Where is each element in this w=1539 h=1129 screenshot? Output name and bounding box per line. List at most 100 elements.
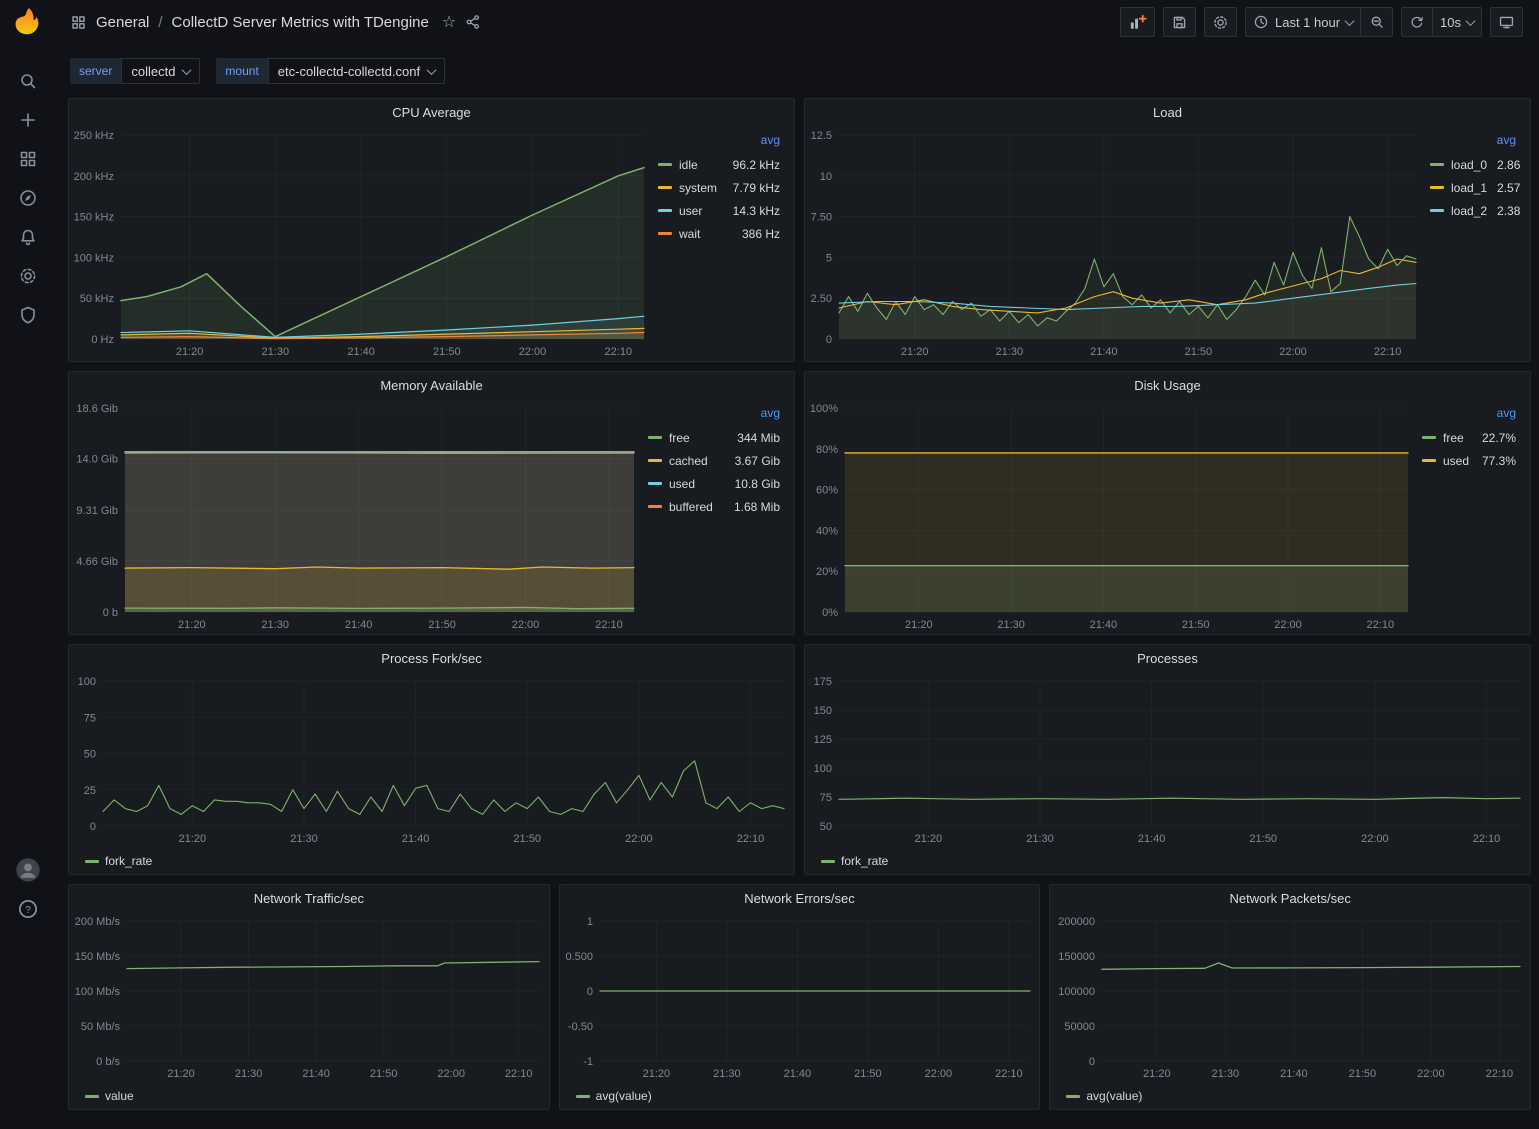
legend-item[interactable]: user14.3 kHz bbox=[658, 199, 780, 222]
series-avg-value: 10.8 Gib bbox=[725, 477, 780, 491]
panel-title[interactable]: Process Fork/sec bbox=[69, 645, 794, 671]
series-name: used bbox=[669, 477, 725, 491]
variable-mount-select[interactable]: etc-collectd-collectd.conf bbox=[268, 58, 445, 84]
svg-text:0: 0 bbox=[587, 986, 593, 998]
time-range-label: Last 1 hour bbox=[1275, 15, 1340, 30]
svg-text:-1: -1 bbox=[583, 1056, 593, 1068]
user-avatar[interactable] bbox=[10, 860, 46, 880]
dashboards-grid-icon[interactable] bbox=[10, 149, 46, 169]
load-chart: 02.5057.501012.521:2021:3021:4021:5022:0… bbox=[805, 125, 1426, 361]
series-name: used bbox=[1443, 454, 1472, 468]
legend-item[interactable]: used10.8 Gib bbox=[648, 472, 780, 495]
legend-item[interactable]: fork_rate bbox=[85, 854, 152, 868]
grafana-logo-icon[interactable] bbox=[13, 7, 43, 37]
svg-text:21:40: 21:40 bbox=[345, 619, 373, 631]
memory-available-chart: 0 b4.66 Gib9.31 Gib14.0 Gib18.6 Gib21:20… bbox=[69, 398, 644, 634]
alerting-bell-icon[interactable] bbox=[10, 227, 46, 247]
legend-item[interactable]: idle96.2 kHz bbox=[658, 153, 780, 176]
svg-text:21:30: 21:30 bbox=[997, 619, 1025, 631]
series-avg-value: 22.7% bbox=[1472, 431, 1516, 445]
network-traffic-legend: value bbox=[69, 1083, 549, 1109]
svg-text:22:10: 22:10 bbox=[737, 833, 765, 845]
svg-text:100 Mb/s: 100 Mb/s bbox=[75, 986, 121, 998]
variable-server-label: server bbox=[70, 58, 121, 84]
dashboard-title[interactable]: CollectD Server Metrics with TDengine bbox=[172, 14, 429, 31]
tv-mode-button[interactable] bbox=[1490, 7, 1523, 37]
svg-text:200 kHz: 200 kHz bbox=[74, 171, 114, 183]
star-icon[interactable]: ☆ bbox=[442, 12, 456, 32]
variable-server-select[interactable]: collectd bbox=[121, 58, 200, 84]
network-errors-chart: -1-0.5000.500121:2021:3021:4021:5022:002… bbox=[560, 911, 1040, 1083]
create-plus-icon[interactable] bbox=[10, 110, 46, 130]
help-icon[interactable]: ? bbox=[10, 899, 46, 919]
panel-title[interactable]: Disk Usage bbox=[805, 372, 1530, 398]
series-color-swatch bbox=[648, 436, 662, 439]
series-color-swatch bbox=[658, 209, 672, 212]
panel-title[interactable]: Network Traffic/sec bbox=[69, 885, 549, 911]
svg-text:22:10: 22:10 bbox=[995, 1068, 1023, 1080]
time-range-button[interactable]: Last 1 hour bbox=[1245, 7, 1361, 37]
legend-item[interactable]: free22.7% bbox=[1422, 426, 1516, 449]
search-icon[interactable] bbox=[10, 71, 46, 91]
legend-item[interactable]: fork_rate bbox=[821, 854, 888, 868]
dashboard-settings-button[interactable] bbox=[1204, 7, 1237, 37]
panel-title[interactable]: Network Errors/sec bbox=[560, 885, 1040, 911]
svg-text:21:50: 21:50 bbox=[513, 833, 541, 845]
series-color-swatch bbox=[1422, 436, 1436, 439]
series-name: free bbox=[1443, 431, 1472, 445]
dashboard-header: General / CollectD Server Metrics with T… bbox=[56, 0, 1539, 44]
svg-text:21:50: 21:50 bbox=[1182, 619, 1210, 631]
svg-text:1: 1 bbox=[587, 916, 593, 928]
variable-mount-label: mount bbox=[216, 58, 267, 84]
svg-text:0 b: 0 b bbox=[103, 607, 118, 619]
process-fork-legend: fork_rate bbox=[69, 848, 794, 874]
legend-item[interactable]: system7.79 kHz bbox=[658, 176, 780, 199]
svg-text:25: 25 bbox=[84, 785, 96, 797]
legend-item[interactable]: avg(value) bbox=[1066, 1089, 1142, 1103]
refresh-interval-button[interactable]: 10s bbox=[1433, 7, 1482, 37]
server-admin-shield-icon[interactable] bbox=[10, 305, 46, 325]
breadcrumb-folder[interactable]: General bbox=[96, 14, 149, 31]
svg-text:50000: 50000 bbox=[1065, 1021, 1096, 1033]
series-color-swatch bbox=[648, 459, 662, 462]
legend-item[interactable]: load_22.38 bbox=[1430, 199, 1516, 222]
series-name: avg(value) bbox=[596, 1089, 652, 1103]
configuration-gear-icon[interactable] bbox=[10, 266, 46, 286]
load-legend: avgload_02.86load_12.57load_22.38 bbox=[1426, 125, 1530, 361]
legend-item[interactable]: cached3.67 Gib bbox=[648, 449, 780, 472]
series-color-swatch bbox=[658, 163, 672, 166]
refresh-button[interactable] bbox=[1401, 7, 1433, 37]
svg-text:0: 0 bbox=[1089, 1056, 1095, 1068]
panel-network-errors: Network Errors/sec -1-0.5000.500121:2021… bbox=[559, 884, 1041, 1110]
dashboard-toolbar: Last 1 hour 10s bbox=[1120, 7, 1523, 37]
share-icon[interactable] bbox=[465, 14, 481, 30]
series-name: system bbox=[679, 181, 723, 195]
series-color-swatch bbox=[648, 482, 662, 485]
panel-title[interactable]: Load bbox=[805, 99, 1530, 125]
legend-item[interactable]: buffered1.68 Mib bbox=[648, 495, 780, 518]
explore-compass-icon[interactable] bbox=[10, 188, 46, 208]
network-packets-legend: avg(value) bbox=[1050, 1083, 1530, 1109]
svg-text:22:00: 22:00 bbox=[924, 1068, 952, 1080]
legend-item[interactable]: value bbox=[85, 1089, 134, 1103]
panel-title[interactable]: Network Packets/sec bbox=[1050, 885, 1530, 911]
save-dashboard-button[interactable] bbox=[1163, 7, 1196, 37]
legend-item[interactable]: wait386 Hz bbox=[658, 222, 780, 245]
legend-item[interactable]: free344 Mib bbox=[648, 426, 780, 449]
legend-item[interactable]: load_02.86 bbox=[1430, 153, 1516, 176]
zoom-out-button[interactable] bbox=[1361, 7, 1393, 37]
panel-title[interactable]: Processes bbox=[805, 645, 1530, 671]
svg-text:250 kHz: 250 kHz bbox=[74, 130, 114, 142]
svg-text:0 b/s: 0 b/s bbox=[96, 1056, 120, 1068]
legend-item[interactable]: avg(value) bbox=[576, 1089, 652, 1103]
sidebar-bottom: ? bbox=[10, 860, 46, 919]
variable-mount-value: etc-collectd-collectd.conf bbox=[278, 64, 420, 79]
svg-text:22:10: 22:10 bbox=[1374, 346, 1402, 358]
legend-item[interactable]: used77.3% bbox=[1422, 449, 1516, 472]
legend-avg-header: avg bbox=[648, 406, 780, 426]
panel-title[interactable]: Memory Available bbox=[69, 372, 794, 398]
svg-text:60%: 60% bbox=[816, 485, 838, 497]
panel-title[interactable]: CPU Average bbox=[69, 99, 794, 125]
add-panel-button[interactable] bbox=[1120, 7, 1155, 37]
legend-item[interactable]: load_12.57 bbox=[1430, 176, 1516, 199]
